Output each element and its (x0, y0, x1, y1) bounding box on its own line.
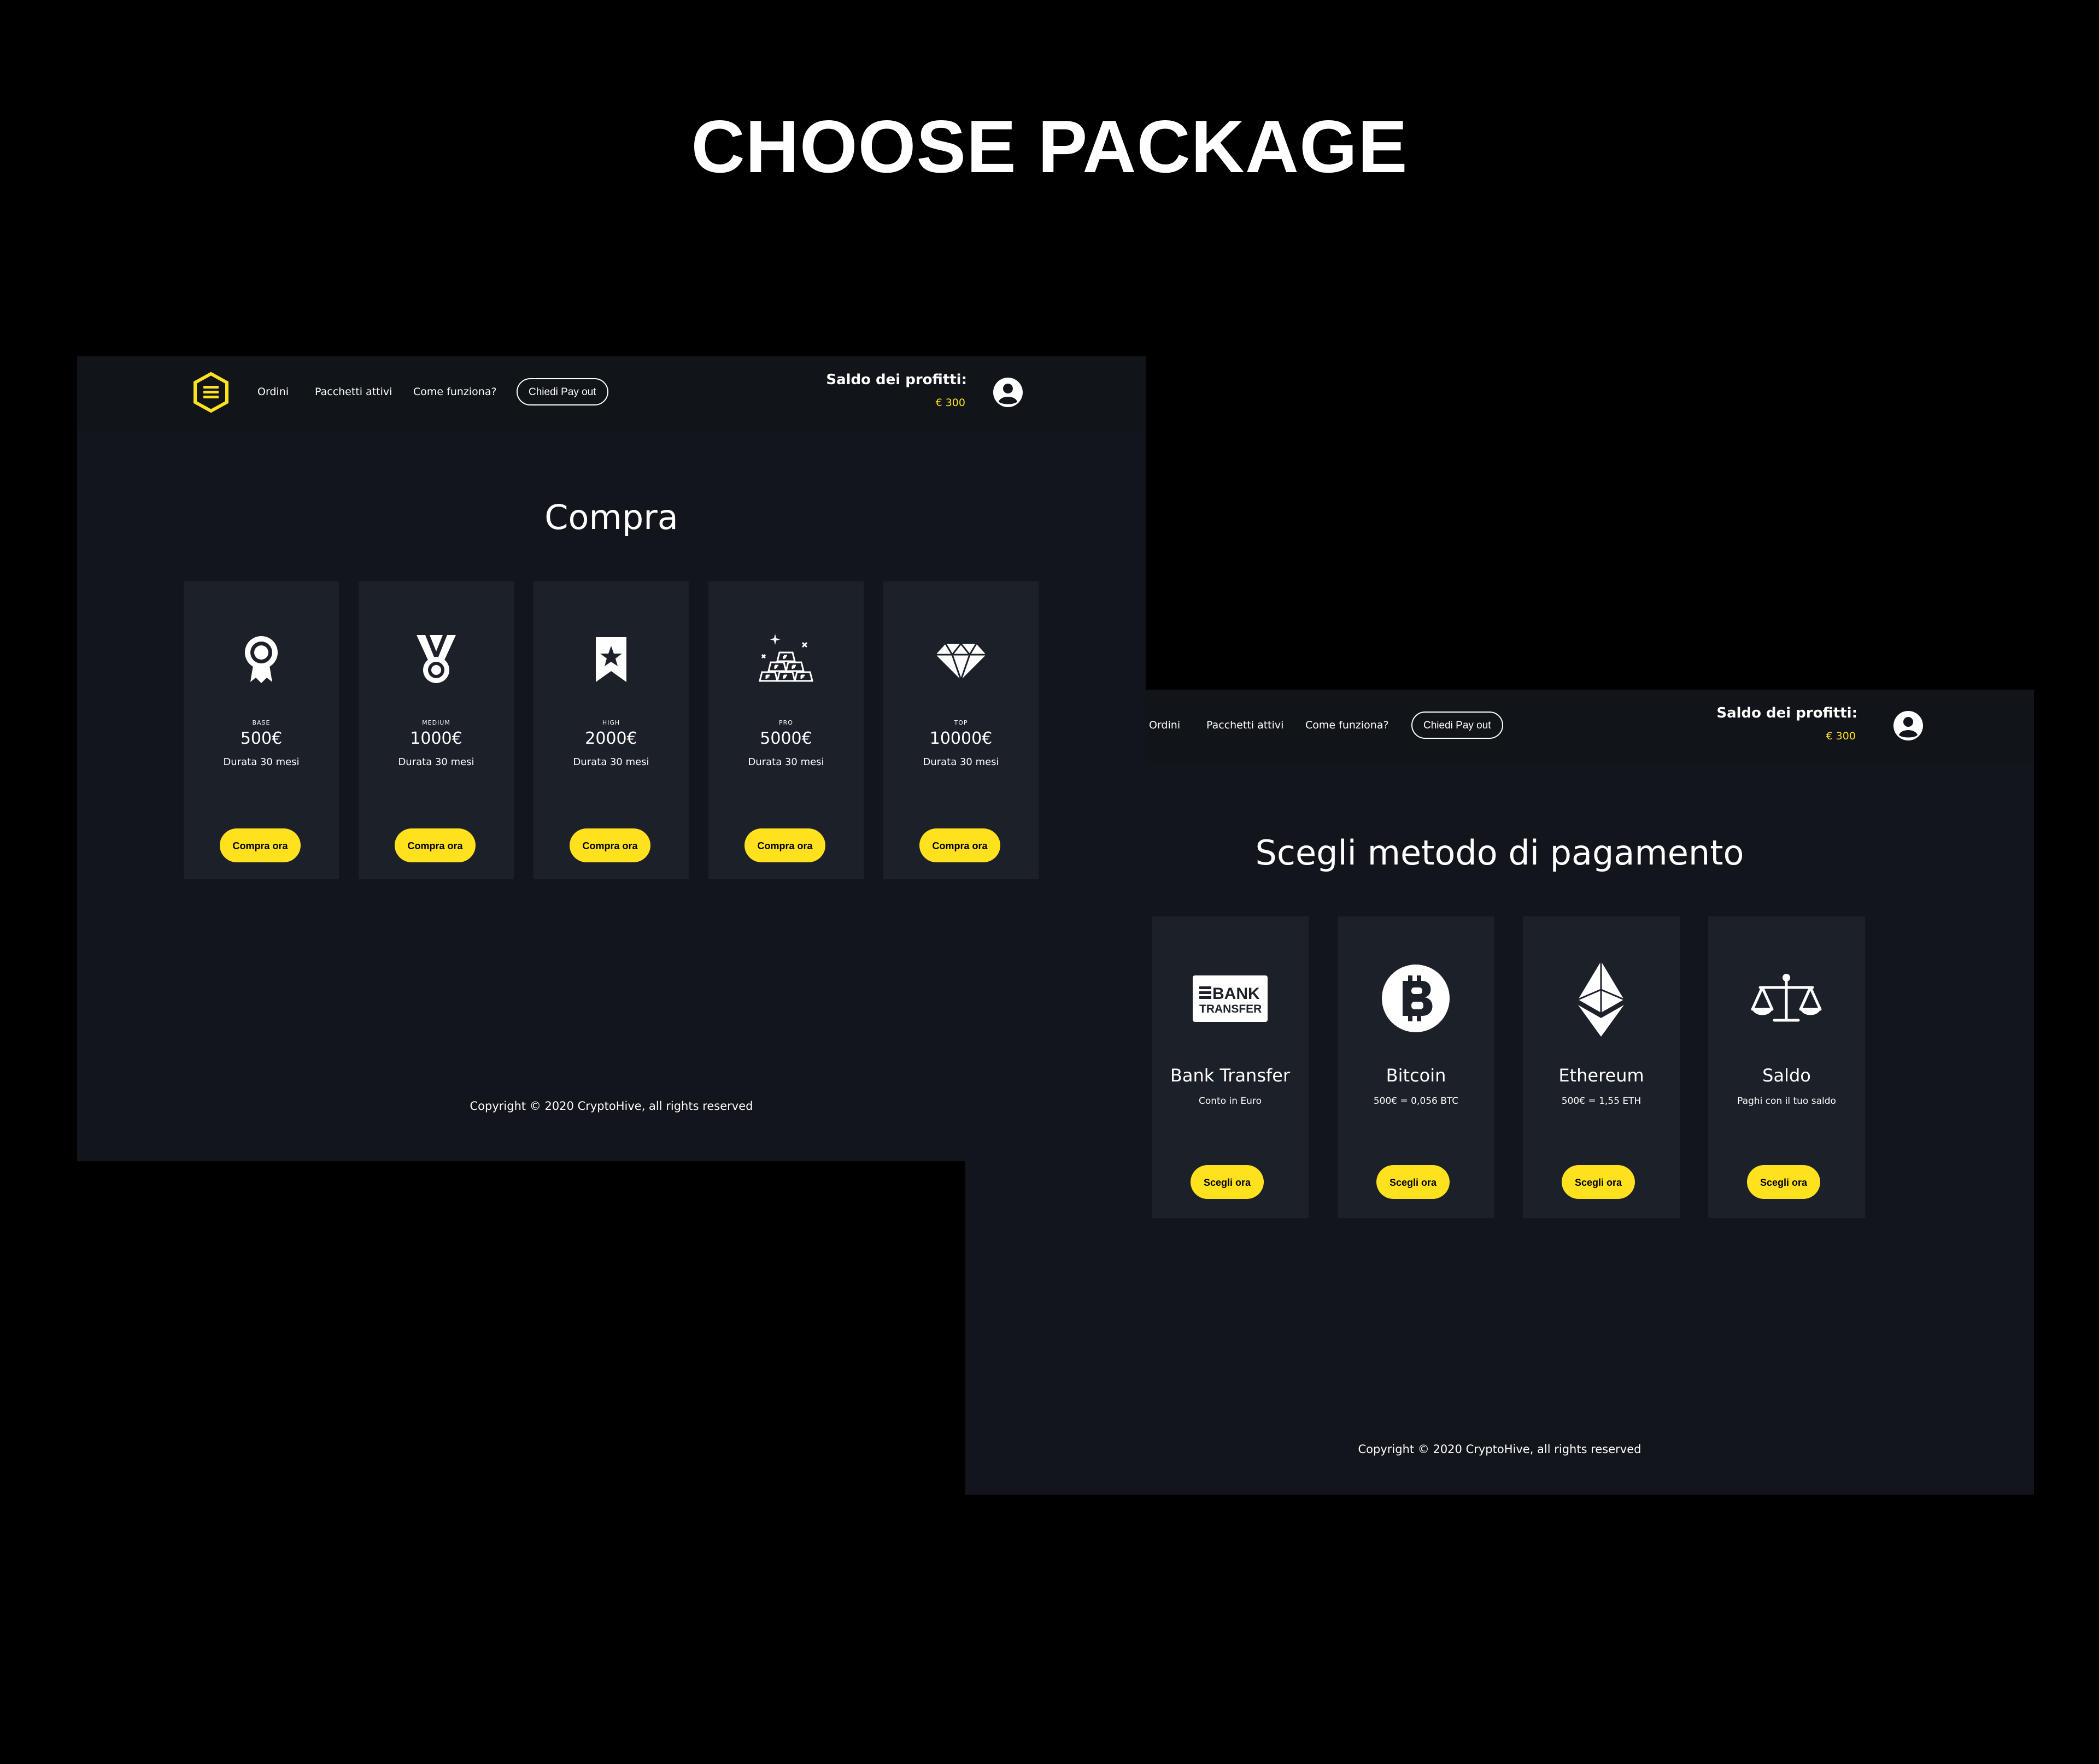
gold-bars-icon (759, 634, 813, 682)
package-price: 500€ (240, 729, 283, 748)
package-tier: PRO (779, 719, 793, 726)
buy-button-high[interactable]: Compra ora (570, 828, 650, 862)
purchase-title: Compra (544, 497, 678, 537)
buy-button-medium[interactable]: Compra ora (395, 828, 476, 862)
hexagon-logo-icon[interactable] (192, 372, 230, 413)
bank-transfer-icon: BANK TRANSFER (1193, 975, 1268, 1022)
package-tier: MEDIUM (422, 719, 450, 726)
method-name: Saldo (1762, 1065, 1811, 1086)
method-description: 500€ = 1,55 ETH (1561, 1096, 1641, 1107)
bitcoin-icon (1382, 965, 1450, 1032)
nav-how-it-works[interactable]: Come funziona? (1305, 719, 1389, 731)
package-price: 2000€ (585, 729, 637, 748)
nav-active-packages[interactable]: Pacchetti attivi (315, 386, 392, 398)
balance-value: € 300 (935, 397, 965, 409)
nav-orders[interactable]: Ordini (1149, 719, 1180, 731)
package-duration: Durata 30 mesi (398, 756, 474, 768)
method-name: Bank Transfer (1170, 1065, 1291, 1086)
page-heading: CHOOSE PACKAGE (691, 105, 1408, 188)
package-tier: BASE (252, 719, 271, 726)
choose-button-ethereum[interactable]: Scegli ora (1562, 1165, 1635, 1199)
bank-logo-line1: BANK (1212, 985, 1260, 1003)
package-card-high: HIGH 2000€ Durata 30 mesi Compra ora (533, 581, 689, 879)
package-duration: Durata 30 mesi (573, 756, 649, 768)
payout-button[interactable]: Chiedi Pay out (517, 378, 608, 405)
diamond-icon (936, 642, 986, 683)
purchase-screen: Ordini Pacchetti attivi Come funziona? C… (77, 356, 1146, 1161)
package-card-pro: PRO 5000€ Durata 30 mesi Compra ora (708, 581, 864, 879)
method-name: Bitcoin (1386, 1065, 1446, 1086)
buy-button-base[interactable]: Compra ora (220, 828, 301, 862)
bank-logo-line2: TRANSFER (1199, 1003, 1262, 1015)
package-card-base: BASE 500€ Durata 30 mesi Compra ora (184, 581, 339, 879)
nav-active-packages[interactable]: Pacchetti attivi (1206, 719, 1283, 731)
package-price: 5000€ (760, 729, 812, 748)
user-avatar-icon[interactable] (1893, 710, 1924, 741)
top-nav: Ordini Pacchetti attivi Come funziona? C… (77, 356, 1146, 430)
method-name: Ethereum (1558, 1065, 1644, 1086)
choose-button-balance[interactable]: Scegli ora (1747, 1165, 1820, 1199)
balance-label: Saldo dei profitti: (826, 372, 967, 388)
payout-button[interactable]: Chiedi Pay out (1411, 712, 1503, 739)
method-card-bank: BANK TRANSFER Bank Transfer Conto in Eur… (1152, 916, 1309, 1218)
choose-button-bitcoin[interactable]: Scegli ora (1376, 1165, 1450, 1199)
method-card-ethereum: Ethereum 500€ = 1,55 ETH Scegli ora (1523, 916, 1680, 1218)
choose-button-bank[interactable]: Scegli ora (1191, 1165, 1264, 1199)
method-description: Conto in Euro (1199, 1096, 1262, 1107)
package-tier: TOP (954, 719, 968, 726)
buy-button-top[interactable]: Compra ora (919, 828, 1000, 862)
package-card-top: TOP 10000€ Durata 30 mesi Compra ora (883, 581, 1039, 879)
medal-icon (417, 635, 456, 683)
package-price: 10000€ (929, 729, 993, 748)
package-tier: HIGH (602, 719, 620, 726)
method-description: 500€ = 0,056 BTC (1373, 1096, 1459, 1107)
ribbon-badge-icon (245, 636, 278, 683)
scales-icon (1751, 974, 1822, 1022)
copyright-footer: Copyright © 2020 CryptoHive, all rights … (470, 1099, 753, 1113)
nav-orders[interactable]: Ordini (257, 386, 289, 398)
balance-value: € 300 (1826, 730, 1856, 742)
method-card-bitcoin: Bitcoin 500€ = 0,056 BTC Scegli ora (1338, 916, 1494, 1218)
nav-how-it-works[interactable]: Come funziona? (413, 386, 497, 398)
bookmark-star-icon (596, 637, 626, 682)
package-duration: Durata 30 mesi (923, 756, 999, 768)
balance-label: Saldo dei profitti: (1716, 705, 1857, 721)
package-duration: Durata 30 mesi (748, 756, 824, 768)
buy-button-pro[interactable]: Compra ora (744, 828, 825, 862)
method-description: Paghi con il tuo saldo (1737, 1096, 1836, 1107)
ethereum-icon (1578, 961, 1625, 1037)
package-card-medium: MEDIUM 1000€ Durata 30 mesi Compra ora (359, 581, 514, 879)
user-avatar-icon[interactable] (993, 377, 1023, 408)
package-price: 1000€ (410, 729, 462, 748)
copyright-footer: Copyright © 2020 CryptoHive, all rights … (1358, 1443, 1641, 1456)
method-card-balance: Saldo Paghi con il tuo saldo Scegli ora (1708, 916, 1865, 1218)
package-duration: Durata 30 mesi (223, 756, 300, 768)
